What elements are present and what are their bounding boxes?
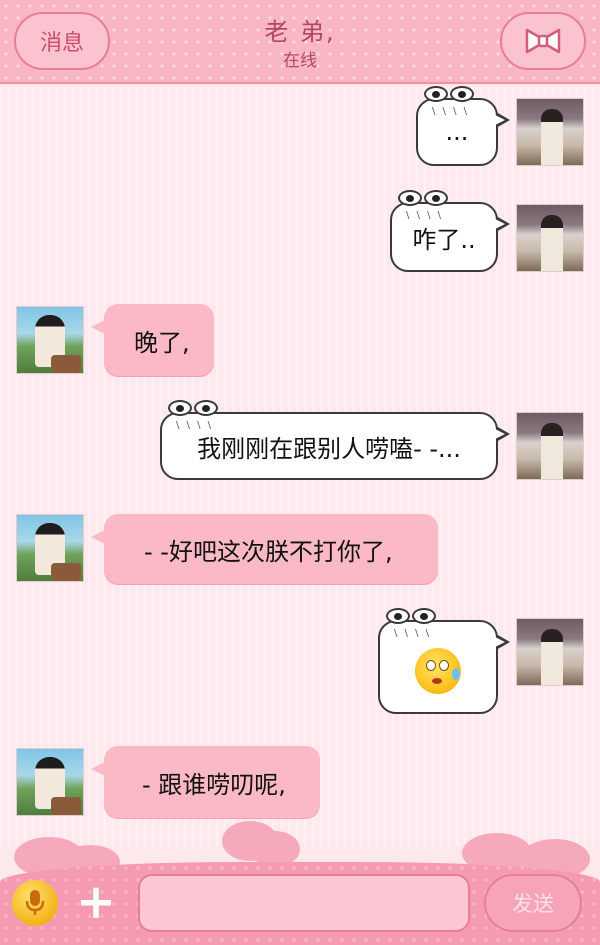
message-list[interactable]: \ \ \ \ ... \ \ \ \ 咋了.. 晚了, \ \ \ \ 我刚刚… <box>0 86 600 846</box>
incoming-message-bubble[interactable]: - -好吧这次朕不打你了, <box>91 514 438 584</box>
input-bar: + 发送 <box>0 862 600 945</box>
message-text: - 跟谁唠叨呢, <box>142 770 286 799</box>
outgoing-message-bubble[interactable]: \ \ \ \ <box>378 608 510 714</box>
outgoing-message-bubble[interactable]: \ \ \ \ 我刚刚在跟别人唠嗑- -... <box>160 400 510 480</box>
contact-avatar[interactable] <box>16 306 84 374</box>
message-text: - -好吧这次朕不打你了, <box>144 537 393 566</box>
cartoon-eyes-icon: \ \ \ \ <box>422 86 476 117</box>
send-button[interactable]: 发送 <box>484 874 582 932</box>
message-text: 咋了.. <box>412 225 476 254</box>
cartoon-eyes-icon: \ \ \ \ <box>396 190 450 221</box>
plus-icon[interactable]: + <box>72 878 120 928</box>
message-text: 我刚刚在跟别人唠嗑- -... <box>197 434 461 463</box>
cartoon-eyes-icon: \ \ \ \ <box>384 608 438 639</box>
incoming-message-bubble[interactable]: 晚了, <box>91 304 214 376</box>
my-avatar[interactable] <box>516 618 584 686</box>
microphone-icon <box>25 890 45 915</box>
voice-button[interactable] <box>12 880 58 926</box>
my-avatar[interactable] <box>516 412 584 480</box>
outgoing-message-bubble[interactable]: \ \ \ \ ... <box>416 86 510 166</box>
message-text: ... <box>445 118 469 146</box>
outgoing-message-bubble[interactable]: \ \ \ \ 咋了.. <box>390 190 510 272</box>
sweat-smile-emoji-icon <box>415 648 461 694</box>
back-to-messages-button[interactable]: 消息 <box>14 12 110 70</box>
back-button-label: 消息 <box>39 31 84 56</box>
online-status: 在线 <box>283 51 317 71</box>
chat-header: 消息 老 弟, 在线 <box>0 0 600 84</box>
my-avatar[interactable] <box>516 98 584 166</box>
bow-icon <box>525 28 561 54</box>
my-avatar[interactable] <box>516 204 584 272</box>
contact-avatar[interactable] <box>16 514 84 582</box>
contact-avatar[interactable] <box>16 748 84 816</box>
message-input[interactable] <box>138 874 470 932</box>
incoming-message-bubble[interactable]: - 跟谁唠叨呢, <box>91 746 320 818</box>
message-text: 晚了, <box>134 328 190 357</box>
cartoon-eyes-icon: \ \ \ \ <box>166 400 220 431</box>
contact-name: 老 弟, <box>264 18 336 46</box>
contact-profile-button[interactable] <box>500 12 586 70</box>
send-button-label: 发送 <box>512 892 554 916</box>
